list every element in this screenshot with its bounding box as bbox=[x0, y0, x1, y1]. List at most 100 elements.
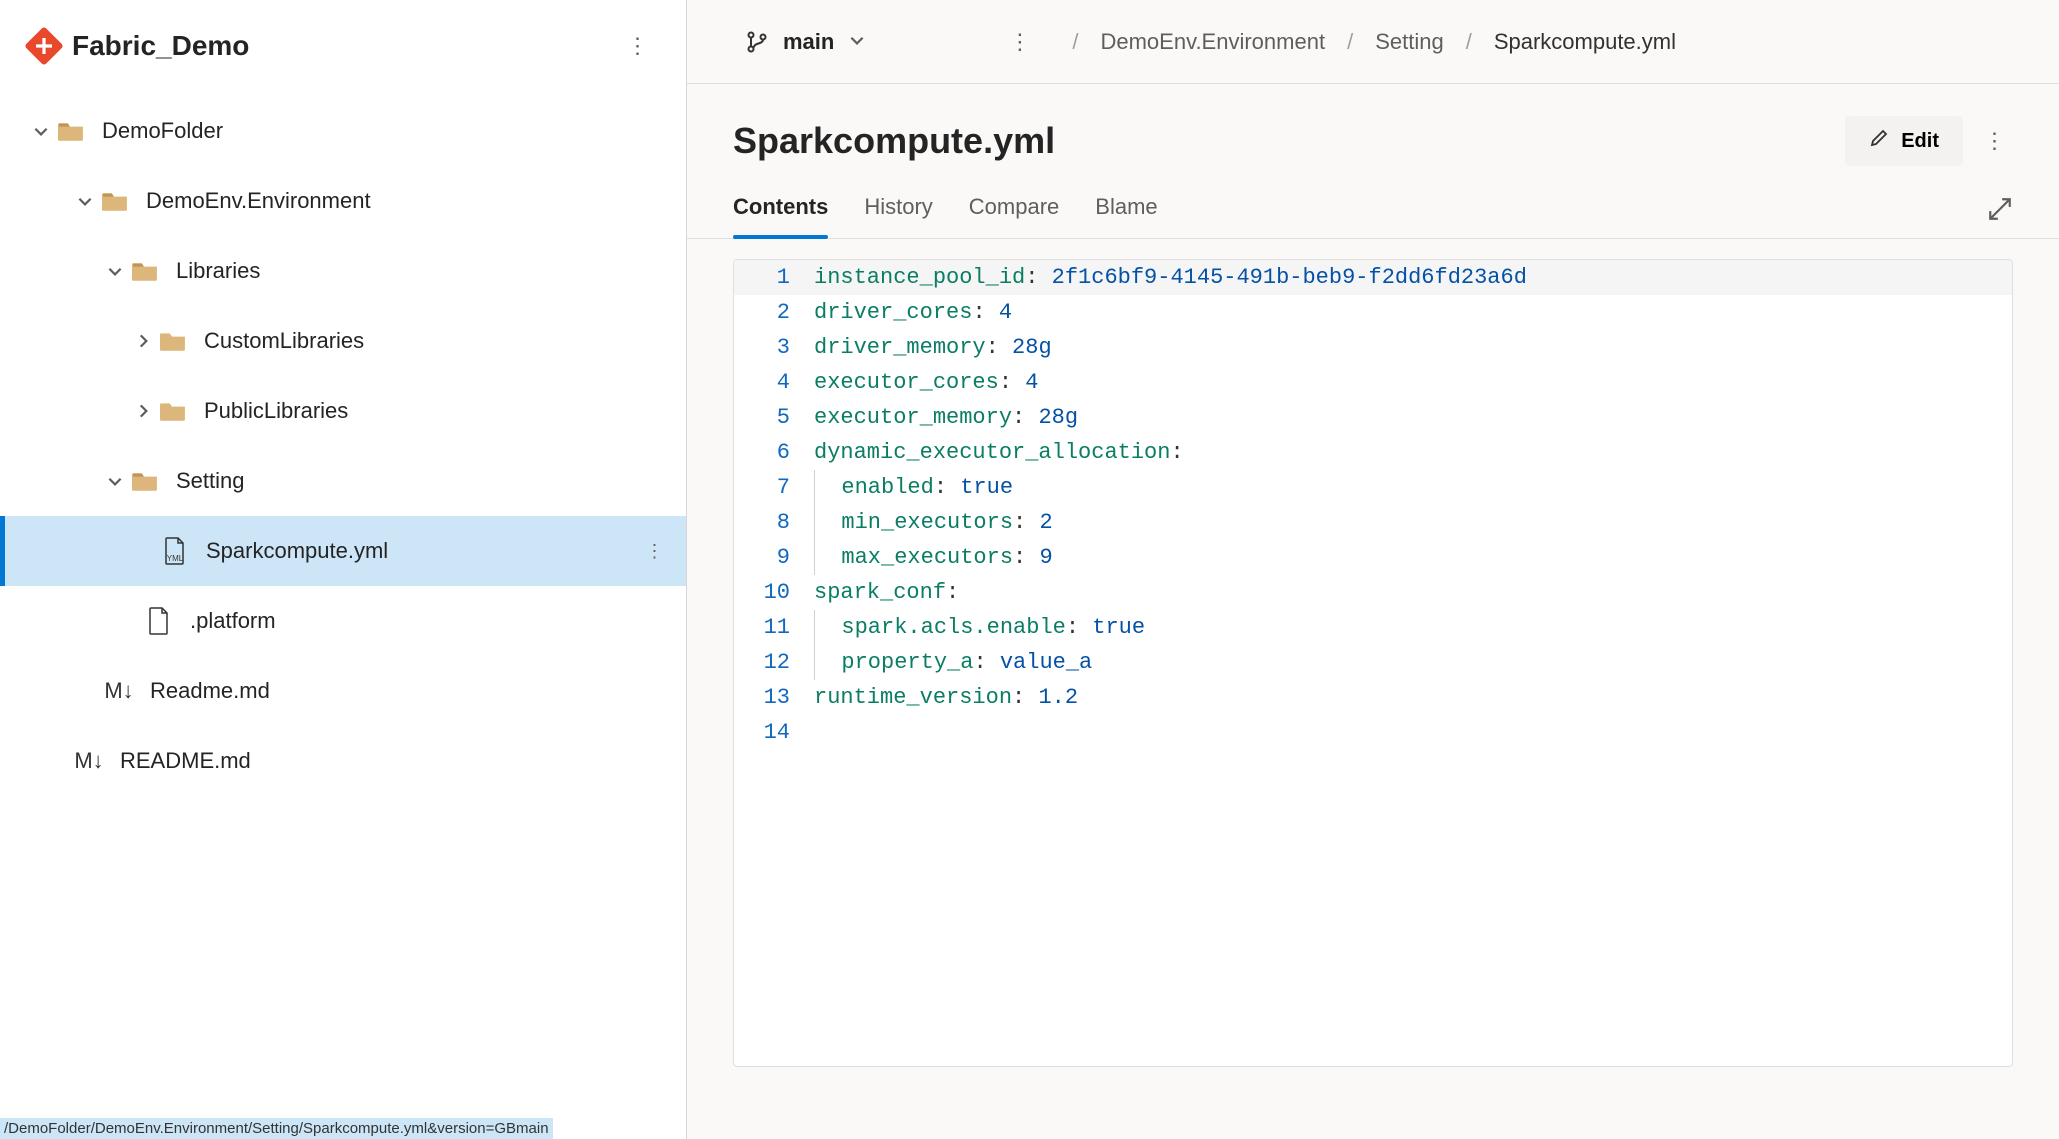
line-number: 8 bbox=[734, 505, 808, 540]
repo-title-group[interactable]: Fabric_Demo bbox=[30, 30, 249, 62]
tree-label: DemoFolder bbox=[102, 118, 670, 144]
code-text: spark_conf: bbox=[808, 575, 959, 610]
code-line[interactable]: 5executor_memory: 28g bbox=[734, 400, 2012, 435]
topbar-more-button[interactable]: ⋮ bbox=[1002, 24, 1038, 60]
code-text: instance_pool_id: 2f1c6bf9-4145-491b-beb… bbox=[808, 260, 1527, 295]
code-line[interactable]: 1instance_pool_id: 2f1c6bf9-4145-491b-be… bbox=[734, 260, 2012, 295]
tree-label: DemoEnv.Environment bbox=[146, 188, 670, 214]
tree-label: README.md bbox=[120, 748, 670, 774]
code-line[interactable]: 9 max_executors: 9 bbox=[734, 540, 2012, 575]
folder-icon bbox=[130, 260, 160, 282]
tree-label: Readme.md bbox=[150, 678, 670, 704]
tree-item-readme-root[interactable]: M↓ README.md bbox=[0, 726, 686, 796]
tree-item-setting[interactable]: Setting bbox=[0, 446, 686, 516]
main-area: main ⋮ / DemoEnv.Environment / Setting /… bbox=[687, 0, 2059, 1139]
more-vertical-icon: ⋮ bbox=[646, 542, 665, 560]
breadcrumb-separator: / bbox=[1347, 29, 1353, 55]
markdown-icon: M↓ bbox=[104, 678, 134, 704]
tree-item-customlibraries[interactable]: CustomLibraries bbox=[0, 306, 686, 376]
chevron-down-icon bbox=[848, 29, 866, 55]
more-vertical-icon: ⋮ bbox=[627, 35, 650, 57]
code-editor[interactable]: 1instance_pool_id: 2f1c6bf9-4145-491b-be… bbox=[733, 259, 2013, 1067]
tabs: Contents History Compare Blame bbox=[733, 194, 1158, 238]
chevron-down-icon bbox=[26, 122, 56, 140]
tree-item-demoenv[interactable]: DemoEnv.Environment bbox=[0, 166, 686, 236]
code-area: 1instance_pool_id: 2f1c6bf9-4145-491b-be… bbox=[687, 239, 2059, 1139]
line-number: 3 bbox=[734, 330, 808, 365]
folder-icon bbox=[130, 470, 160, 492]
chevron-right-icon bbox=[128, 402, 158, 420]
status-bar: /DemoFolder/DemoEnv.Environment/Setting/… bbox=[0, 1118, 553, 1139]
tree-label: Setting bbox=[176, 468, 670, 494]
branch-selector[interactable]: main bbox=[733, 21, 878, 63]
line-number: 2 bbox=[734, 295, 808, 330]
code-line[interactable]: 12 property_a: value_a bbox=[734, 645, 2012, 680]
code-line[interactable]: 8 min_executors: 2 bbox=[734, 505, 2012, 540]
code-text: spark.acls.enable: true bbox=[808, 610, 1145, 645]
tree-item-publiclibraries[interactable]: PublicLibraries bbox=[0, 376, 686, 446]
folder-icon bbox=[158, 400, 188, 422]
edit-button[interactable]: Edit bbox=[1845, 116, 1963, 166]
line-number: 6 bbox=[734, 435, 808, 470]
code-line[interactable]: 7 enabled: true bbox=[734, 470, 2012, 505]
markdown-icon: M↓ bbox=[74, 748, 104, 774]
tree-label: Sparkcompute.yml bbox=[206, 538, 640, 564]
svg-text:YML: YML bbox=[167, 554, 184, 563]
tree-label: PublicLibraries bbox=[204, 398, 670, 424]
tree-item-readme-inner[interactable]: M↓ Readme.md bbox=[0, 656, 686, 726]
code-line[interactable]: 2driver_cores: 4 bbox=[734, 295, 2012, 330]
tree-item-libraries[interactable]: Libraries bbox=[0, 236, 686, 306]
code-line[interactable]: 3driver_memory: 28g bbox=[734, 330, 2012, 365]
more-vertical-icon: ⋮ bbox=[1984, 130, 2007, 152]
code-text: min_executors: 2 bbox=[808, 505, 1053, 540]
chevron-down-icon bbox=[100, 262, 130, 280]
code-line[interactable]: 13runtime_version: 1.2 bbox=[734, 680, 2012, 715]
more-vertical-icon: ⋮ bbox=[1009, 31, 1032, 53]
breadcrumb-item-current[interactable]: Sparkcompute.yml bbox=[1494, 29, 1676, 55]
code-text: enabled: true bbox=[808, 470, 1013, 505]
code-line[interactable]: 6dynamic_executor_allocation: bbox=[734, 435, 2012, 470]
breadcrumb-item[interactable]: DemoEnv.Environment bbox=[1100, 29, 1325, 55]
line-number: 13 bbox=[734, 680, 808, 715]
line-number: 10 bbox=[734, 575, 808, 610]
folder-icon bbox=[56, 120, 86, 142]
tree-item-platform[interactable]: .platform bbox=[0, 586, 686, 656]
tree-item-sparkcompute[interactable]: YML Sparkcompute.yml ⋮ bbox=[0, 516, 686, 586]
line-number: 11 bbox=[734, 610, 808, 645]
tab-blame[interactable]: Blame bbox=[1095, 194, 1157, 238]
fullscreen-button[interactable] bbox=[1987, 196, 2013, 237]
repo-more-button[interactable]: ⋮ bbox=[620, 28, 656, 64]
tab-contents[interactable]: Contents bbox=[733, 194, 828, 238]
line-number: 12 bbox=[734, 645, 808, 680]
file-more-button[interactable]: ⋮ bbox=[1977, 123, 2013, 159]
code-text: property_a: value_a bbox=[808, 645, 1092, 680]
tab-history[interactable]: History bbox=[864, 194, 932, 238]
tabs-row: Contents History Compare Blame bbox=[687, 166, 2059, 239]
yml-file-icon: YML bbox=[160, 537, 190, 565]
tree-item-demofolder[interactable]: DemoFolder bbox=[0, 96, 686, 166]
edit-button-label: Edit bbox=[1901, 130, 1939, 153]
code-line[interactable]: 10spark_conf: bbox=[734, 575, 2012, 610]
code-line[interactable]: 11 spark.acls.enable: true bbox=[734, 610, 2012, 645]
code-line[interactable]: 14 bbox=[734, 715, 2012, 750]
file-title: Sparkcompute.yml bbox=[733, 120, 1055, 162]
line-number: 1 bbox=[734, 260, 808, 295]
branch-icon bbox=[745, 30, 769, 54]
code-line[interactable]: 4executor_cores: 4 bbox=[734, 365, 2012, 400]
tab-compare[interactable]: Compare bbox=[969, 194, 1059, 238]
folder-icon bbox=[100, 190, 130, 212]
code-text: max_executors: 9 bbox=[808, 540, 1053, 575]
repo-title: Fabric_Demo bbox=[72, 30, 249, 62]
code-text bbox=[808, 715, 814, 750]
breadcrumb-item[interactable]: Setting bbox=[1375, 29, 1444, 55]
repo-git-icon bbox=[24, 26, 64, 66]
folder-icon bbox=[158, 330, 188, 352]
breadcrumb-separator: / bbox=[1072, 29, 1078, 55]
line-number: 4 bbox=[734, 365, 808, 400]
tree-item-more-button[interactable]: ⋮ bbox=[640, 536, 670, 566]
chevron-down-icon bbox=[70, 192, 100, 210]
code-text: runtime_version: 1.2 bbox=[808, 680, 1078, 715]
code-text: executor_memory: 28g bbox=[808, 400, 1078, 435]
line-number: 9 bbox=[734, 540, 808, 575]
repo-header: Fabric_Demo ⋮ bbox=[0, 0, 686, 88]
